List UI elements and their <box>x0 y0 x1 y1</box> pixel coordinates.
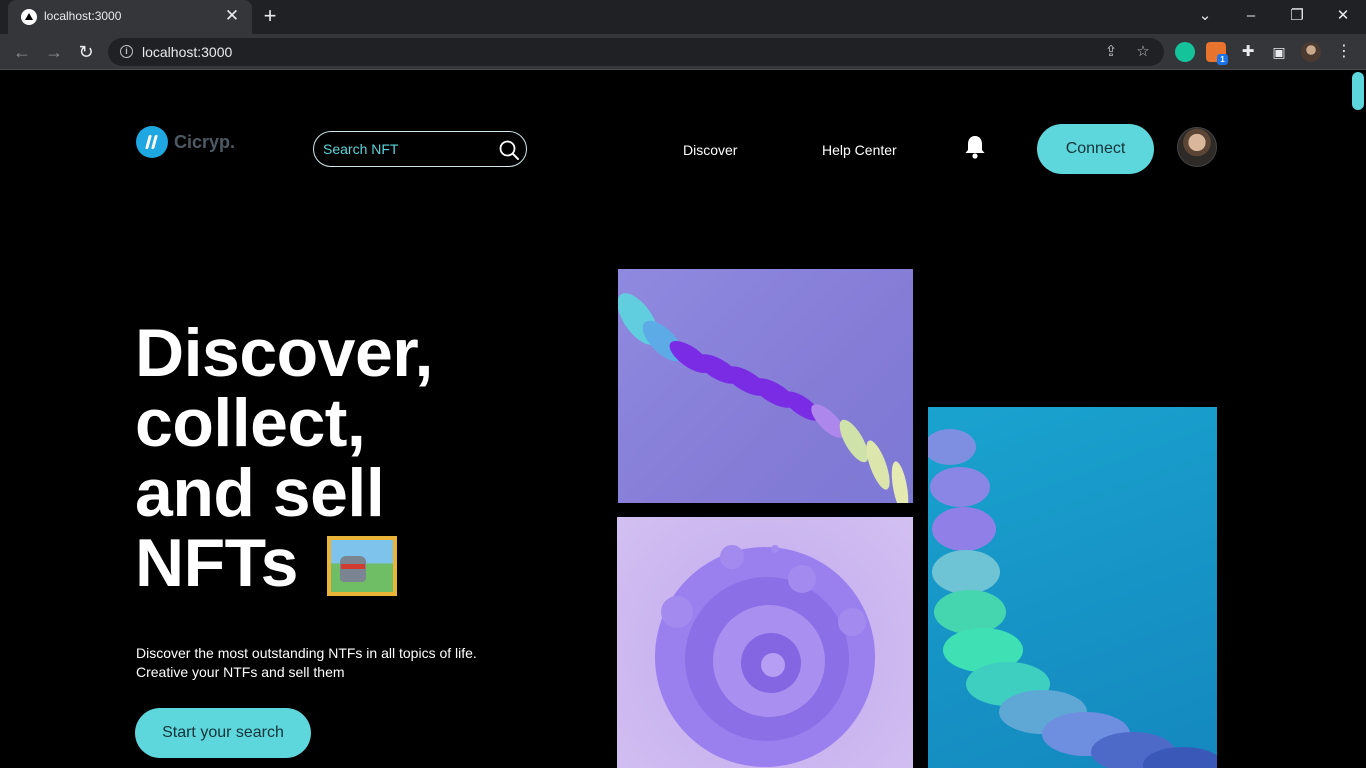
framed-picture-icon <box>327 536 397 596</box>
ribbon-artwork-graphic <box>618 293 909 503</box>
nav-discover[interactable]: Discover <box>683 142 737 158</box>
hero-title-line: and sell <box>135 455 385 531</box>
user-avatar[interactable] <box>1177 127 1217 167</box>
hero-title-line: Discover, <box>135 315 433 391</box>
tab-search-icon[interactable]: ⌄ <box>1190 3 1220 29</box>
nft-artwork-purple-ribbon[interactable] <box>618 269 913 503</box>
share-icon[interactable]: ⇪ <box>1102 43 1120 61</box>
grammarly-icon[interactable] <box>1175 42 1195 62</box>
profile-avatar-icon[interactable] <box>1301 42 1321 62</box>
restore-icon[interactable]: ❐ <box>1282 3 1312 29</box>
extension-badge: 1 <box>1217 54 1228 65</box>
hero-title-line: collect, <box>135 385 366 461</box>
hero-subtitle-line: Discover the most outstanding NTFs in al… <box>136 645 477 661</box>
hero-subtitle-line: Creative your NTFs and sell them <box>136 664 345 680</box>
reload-icon[interactable]: ↻ <box>74 40 98 64</box>
new-tab-icon[interactable]: + <box>259 5 281 27</box>
bell-icon[interactable] <box>963 134 987 160</box>
forward-icon[interactable]: → <box>42 40 66 64</box>
back-icon[interactable]: ← <box>10 40 34 64</box>
site-info-icon[interactable]: i <box>120 45 133 58</box>
logo-icon[interactable] <box>136 126 168 158</box>
tab-favicon-icon <box>21 9 37 25</box>
close-tab-icon[interactable]: ✕ <box>222 6 242 26</box>
tab-title: localhost:3000 <box>44 9 122 23</box>
nft-artwork-teal-wave[interactable] <box>928 407 1217 768</box>
address-url[interactable]: localhost:3000 <box>142 44 232 60</box>
scrollbar-thumb[interactable] <box>1352 72 1364 110</box>
browser-tab[interactable]: localhost:3000 ✕ <box>8 0 252 34</box>
swirl-artwork-graphic <box>655 545 875 767</box>
page-scrollbar[interactable] <box>1351 70 1366 768</box>
start-search-button[interactable]: Start your search <box>135 708 311 758</box>
nav-help-center[interactable]: Help Center <box>822 142 897 158</box>
nft-artwork-purple-swirl[interactable] <box>617 517 913 768</box>
wave-artwork-graphic <box>928 429 1217 768</box>
search-input[interactable] <box>323 138 493 160</box>
brand-name[interactable]: Cicryp. <box>174 132 235 153</box>
search-icon[interactable] <box>498 139 520 161</box>
extensions-icon[interactable]: ✚ <box>1236 40 1260 64</box>
star-icon[interactable]: ☆ <box>1134 43 1152 61</box>
connect-button[interactable]: Connect <box>1037 124 1154 174</box>
minimize-icon[interactable]: – <box>1236 3 1266 29</box>
menu-icon[interactable]: ⋮ <box>1332 40 1356 64</box>
address-bar[interactable]: i localhost:3000 ⇪ ☆ <box>108 38 1164 66</box>
search-box[interactable] <box>313 131 527 167</box>
side-panel-icon[interactable]: ▣ <box>1267 40 1291 64</box>
close-window-icon[interactable]: ✕ <box>1328 3 1358 29</box>
browser-tabbar: localhost:3000 ✕ + ⌄ – ❐ ✕ <box>0 0 1366 34</box>
hero-subtitle: Discover the most outstanding NTFs in al… <box>136 644 516 682</box>
page-viewport: Cicryp. Discover Help Center Connect Dis… <box>0 70 1366 768</box>
metamask-icon[interactable]: 1 <box>1206 42 1228 65</box>
browser-toolbar: ← → ↻ i localhost:3000 ⇪ ☆ 1 ✚ ▣ ⋮ <box>0 34 1366 70</box>
